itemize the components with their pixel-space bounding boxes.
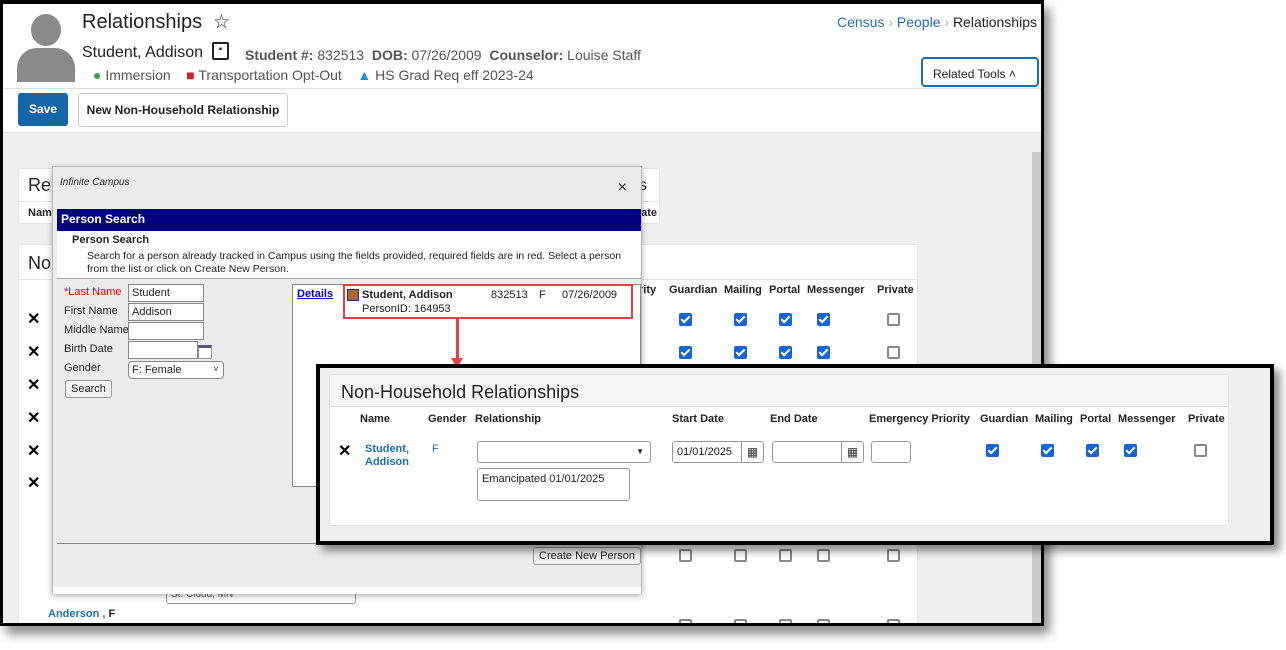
id-card-icon[interactable]: ▪ (212, 42, 229, 60)
globe-icon: ● (93, 67, 102, 83)
delete-icon[interactable]: ✕ (338, 441, 351, 461)
breadcrumb-people[interactable]: People (897, 14, 941, 30)
avatar (17, 14, 75, 82)
section-title: Non-Household Relationships (341, 382, 580, 402)
page-title: Relationships (82, 11, 203, 33)
person-link[interactable]: Student, Addison (365, 443, 420, 469)
messenger-checkbox[interactable] (1124, 444, 1137, 457)
row-checkbox[interactable] (734, 619, 747, 623)
row-checkbox[interactable] (779, 549, 792, 562)
row-checkbox[interactable] (817, 313, 830, 326)
highlight-box (343, 284, 633, 319)
portal-checkbox[interactable] (1086, 444, 1099, 457)
start-date-input[interactable]: 01/01/2025 ▦ (672, 441, 764, 463)
first-name-input[interactable]: Addison (128, 303, 204, 321)
bus-icon: ■ (186, 67, 195, 83)
row-checkbox[interactable] (734, 549, 747, 562)
row-checkbox[interactable] (887, 313, 900, 326)
calendar-icon[interactable] (198, 345, 212, 359)
search-button[interactable]: Search (65, 380, 112, 398)
row-checkbox[interactable] (679, 619, 692, 623)
calendar-icon[interactable]: ▦ (741, 442, 763, 462)
breadcrumb-census[interactable]: Census (837, 14, 884, 30)
dialog-title: Person Search (57, 209, 641, 231)
calendar-icon[interactable]: ▦ (841, 442, 863, 462)
graduation-cap-icon: ▲ (357, 67, 372, 83)
create-new-person-button[interactable]: Create New Person (533, 547, 641, 565)
middle-name-input[interactable] (128, 322, 204, 340)
delete-icon[interactable]: ✕ (27, 309, 40, 329)
save-button[interactable]: Save (18, 93, 68, 126)
row-checkbox[interactable] (734, 313, 747, 326)
arrow-icon (456, 319, 459, 361)
row-checkbox[interactable] (887, 346, 900, 359)
delete-icon[interactable]: ✕ (27, 375, 40, 395)
new-non-household-relationship-button[interactable]: New Non-Household Relationship (78, 93, 288, 127)
student-name: Student, Addison (82, 44, 203, 61)
comments-textarea[interactable]: Emancipated 01/01/2025 (477, 468, 630, 501)
callout-zoom: Non-Household Relationships Name Gender … (316, 364, 1274, 545)
row-checkbox[interactable] (679, 549, 692, 562)
row-checkbox[interactable] (817, 346, 830, 359)
chevron-up-icon: ˄ (1008, 67, 1016, 81)
dialog-description: Person Search Search for a person alread… (57, 231, 641, 279)
mailing-checkbox[interactable] (1041, 444, 1054, 457)
gender-select[interactable]: F: Female v (128, 361, 224, 379)
row-checkbox[interactable] (779, 313, 792, 326)
flags: ● Immersion ■ Transportation Opt-Out ▲ H… (93, 67, 534, 83)
details-link[interactable]: Details (297, 288, 333, 300)
guardian-checkbox[interactable] (986, 444, 999, 457)
row-checkbox[interactable] (817, 619, 830, 623)
row-checkbox[interactable] (779, 619, 792, 623)
emergency-priority-input[interactable] (871, 441, 911, 463)
row-checkbox[interactable] (679, 313, 692, 326)
row-checkbox[interactable] (679, 346, 692, 359)
row-checkbox[interactable] (887, 619, 900, 623)
birth-date-input[interactable] (128, 341, 198, 359)
row-checkbox[interactable] (817, 549, 830, 562)
row-checkbox[interactable] (734, 346, 747, 359)
relationship-link-anderson[interactable]: Anderson , F (48, 608, 115, 620)
student-info: Student #: 832513 DOB: 07/26/2009 Counse… (245, 47, 641, 63)
delete-icon[interactable]: ✕ (27, 408, 40, 428)
breadcrumb-current: Relationships (952, 14, 1037, 30)
row-checkbox[interactable] (779, 346, 792, 359)
last-name-input[interactable]: Student (128, 284, 204, 302)
breadcrumb: Census › People › Relationships (836, 14, 1037, 30)
relationship-select[interactable]: ▼ (477, 441, 651, 463)
close-icon[interactable]: × (618, 179, 627, 197)
favorite-star-icon[interactable]: ☆ (213, 11, 230, 34)
delete-icon[interactable]: ✕ (27, 441, 40, 461)
infinite-campus-logo: Infinite Campus (60, 177, 130, 188)
related-tools-button[interactable]: Related Tools ˄ (921, 57, 1039, 87)
delete-icon[interactable]: ✕ (27, 342, 40, 362)
delete-icon[interactable]: ✕ (27, 473, 40, 493)
row-checkbox[interactable] (887, 549, 900, 562)
private-checkbox[interactable] (1194, 444, 1207, 457)
end-date-input[interactable]: ▦ (772, 441, 864, 463)
